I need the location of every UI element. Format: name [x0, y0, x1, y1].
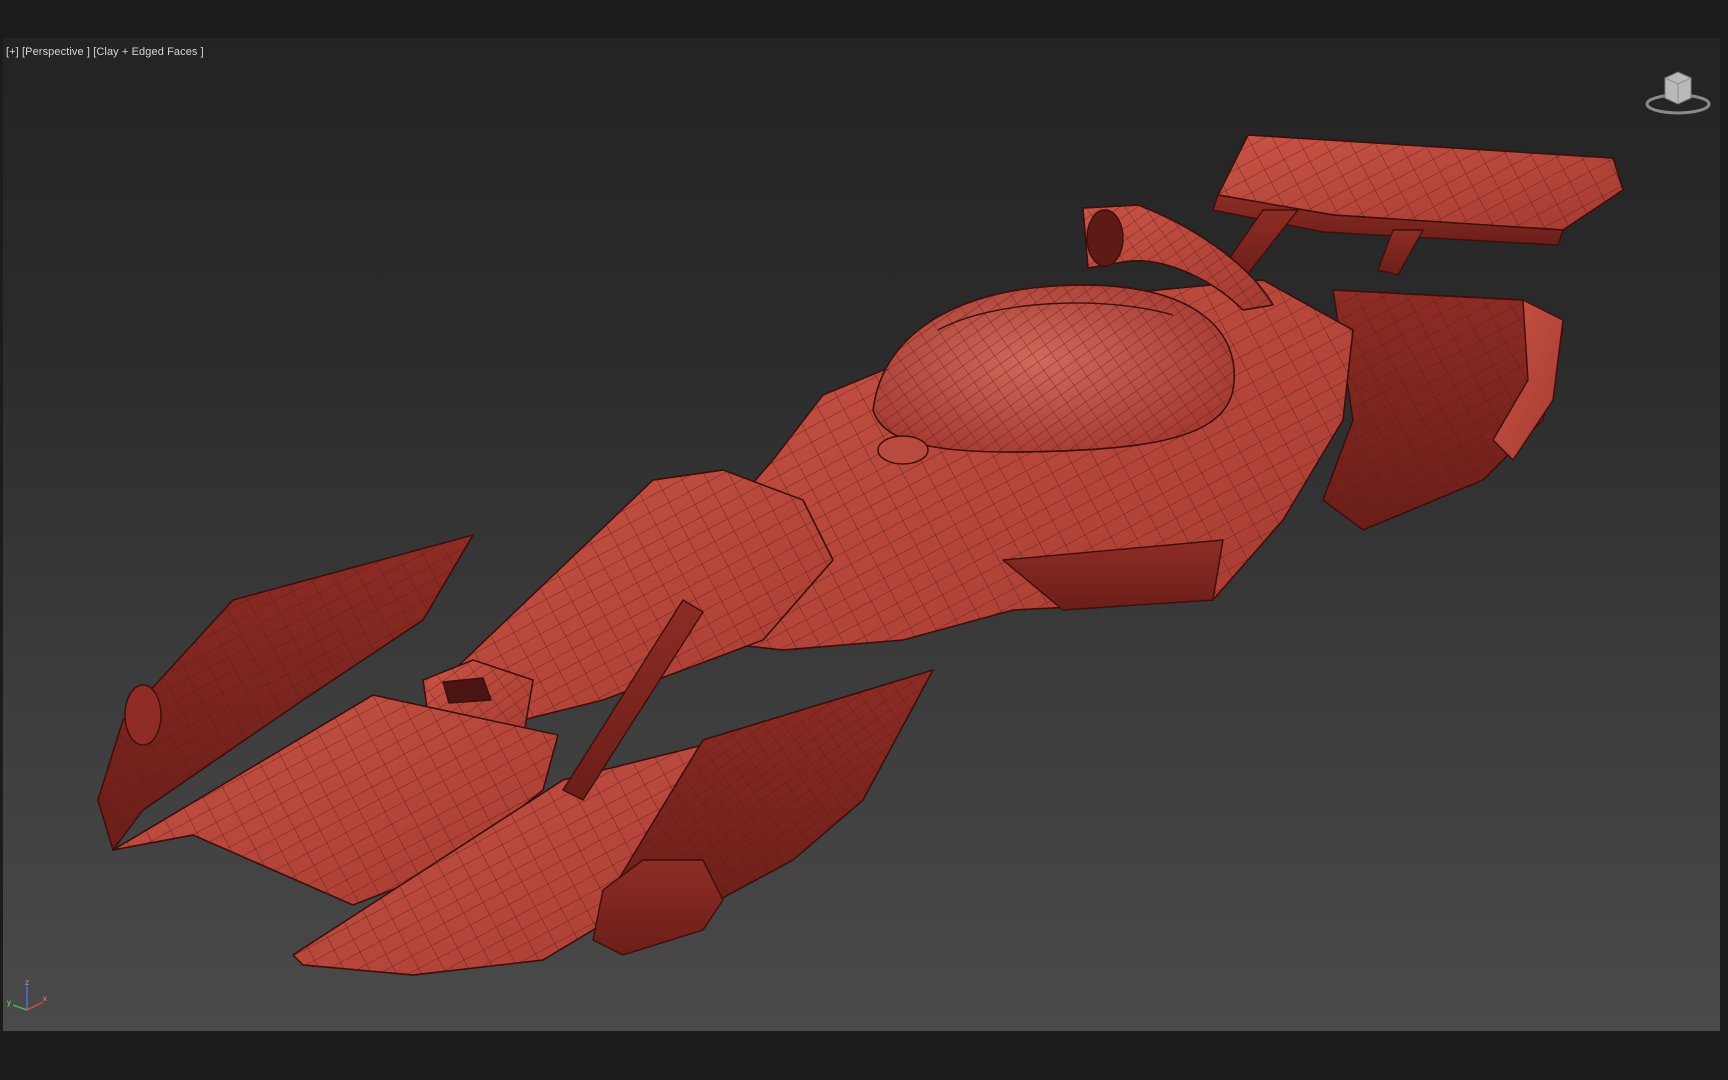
viewcube-icon[interactable] — [1643, 68, 1713, 118]
race-car-mesh[interactable] — [3, 38, 1720, 1031]
right-edge — [1720, 0, 1728, 1080]
axis-label-x: x — [43, 994, 47, 1003]
viewport-perspective[interactable]: [+] [Perspective ] [Clay + Edged Faces ] — [3, 38, 1720, 1031]
axis-tripod-icon: z x y — [7, 978, 47, 1011]
bottom-bar — [0, 1031, 1728, 1080]
axis-label-y: y — [7, 998, 11, 1007]
axis-label-z: z — [25, 978, 29, 987]
